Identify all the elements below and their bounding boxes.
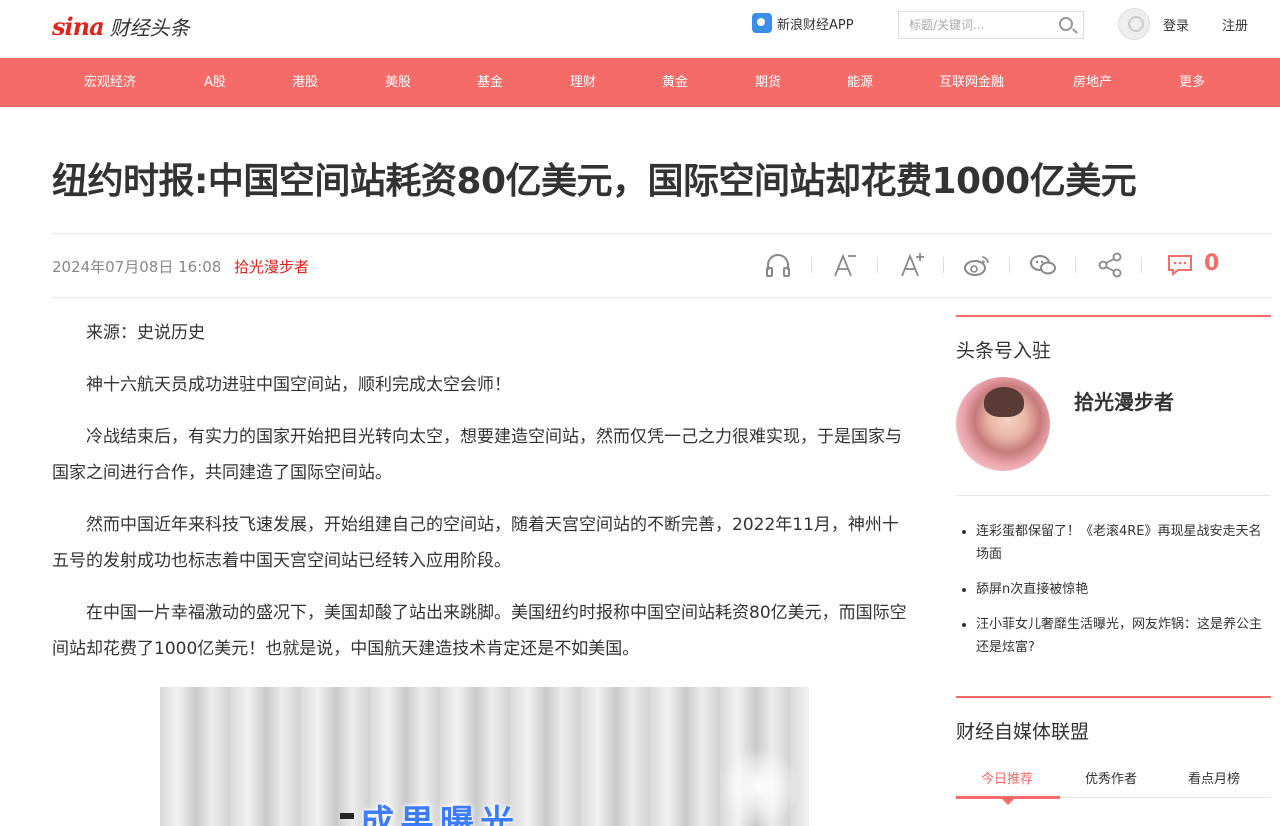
list-item[interactable]: 汪小菲女儿奢靡生活曝光，网友炸锅：这是养公主还是炫富?: [956, 613, 1271, 659]
search-input[interactable]: [899, 12, 1049, 38]
share-icon[interactable]: [1095, 250, 1125, 280]
author-link[interactable]: 拾光漫步者: [234, 256, 309, 277]
nav-item-a-share[interactable]: A股: [204, 58, 226, 107]
divider: [52, 233, 1272, 234]
separator: [1075, 257, 1076, 273]
nav-item-internet-finance[interactable]: 互联网金融: [939, 58, 1004, 107]
article-paragraph: 然而中国近年来科技飞速发展，开始组建自己的空间站，随着天宫空间站的不断完善，20…: [52, 515, 899, 571]
app-icon: [752, 13, 772, 33]
nav-item-more[interactable]: 更多: [1179, 58, 1205, 107]
channel-nav: 宏观经济 A股 港股 美股 基金 理财 黄金 期货 能源 互联网金融 房地产 更…: [0, 58, 1280, 107]
register-link[interactable]: 注册: [1222, 15, 1248, 34]
separator: [1141, 257, 1142, 273]
comment-icon[interactable]: [1165, 250, 1195, 280]
font-increase-icon[interactable]: [897, 250, 927, 280]
article-image: 成果曝光: [160, 687, 809, 826]
divider: [956, 495, 1271, 496]
sidebar-section-title: 财经自媒体联盟: [956, 721, 1090, 743]
nav-item-finance[interactable]: 理财: [570, 58, 596, 107]
image-mark: [340, 813, 354, 819]
sidebar-tabs: 今日推荐 优秀作者 看点月榜: [956, 758, 1271, 805]
weibo-icon[interactable]: [962, 250, 992, 280]
article-paragraph: 冷战结束后，有实力的国家开始把目光转向太空，想要建造空间站，然而仅凭一己之力很难…: [52, 427, 902, 483]
login-link[interactable]: 登录: [1163, 15, 1189, 34]
article-title: 纽约时报:中国空间站耗资80亿美元，国际空间站却花费1000亿美元: [52, 161, 1137, 202]
light-glare: [720, 747, 800, 826]
app-download-link[interactable]: 新浪财经APP: [752, 12, 854, 34]
separator: [943, 257, 944, 273]
sidebar-rule: [956, 696, 1271, 698]
nav-item-macro[interactable]: 宏观经济: [84, 58, 136, 107]
separator: [1009, 257, 1010, 273]
image-caption: 成果曝光: [360, 803, 520, 826]
author-avatar[interactable]: [956, 377, 1050, 471]
nav-item-energy[interactable]: 能源: [847, 58, 873, 107]
search-box: [898, 11, 1084, 39]
wechat-icon[interactable]: [1028, 250, 1058, 280]
tab-monthly-rank[interactable]: 看点月榜: [1188, 768, 1240, 787]
separator: [811, 257, 812, 273]
nav-item-fund[interactable]: 基金: [477, 58, 503, 107]
tab-today-recommend[interactable]: 今日推荐: [981, 768, 1033, 787]
nav-item-futures[interactable]: 期货: [755, 58, 781, 107]
app-label: 新浪财经APP: [777, 17, 854, 33]
search-icon[interactable]: [1059, 17, 1073, 31]
top-bar: sina 财经头条 新浪财经APP 登录 注册: [0, 0, 1280, 58]
publish-date: 2024年07月08日 16:08: [52, 258, 222, 276]
related-news-list: 连彩蛋都保留了！《老滚4RE》再现星战安走天名场面 舔屏n次直接被惊艳 汪小菲女…: [956, 520, 1271, 671]
list-item[interactable]: 舔屏n次直接被惊艳: [956, 578, 1271, 601]
sidebar-author-name[interactable]: 拾光漫步者: [1074, 386, 1174, 415]
sina-logo[interactable]: sina 财经头条: [52, 8, 190, 44]
user-avatar-icon[interactable]: [1118, 8, 1150, 40]
nav-item-real-estate[interactable]: 房地产: [1073, 58, 1112, 107]
article-paragraph: 在中国一片幸福激动的盛况下，美国却酸了站出来跳脚。美国纽约时报称中国空间站耗资8…: [52, 603, 907, 659]
article-body: 来源：史说历史 神十六航天员成功进驻中国空间站，顺利完成太空会师！ 冷战结束后，…: [52, 315, 912, 683]
active-tab-arrow: [1002, 799, 1014, 805]
headphones-icon[interactable]: [763, 250, 793, 280]
divider: [52, 297, 1272, 298]
font-decrease-icon[interactable]: [830, 250, 860, 280]
article-paragraph: 神十六航天员成功进驻中国空间站，顺利完成太空会师！: [86, 375, 511, 395]
sidebar-section-title: 头条号入驻: [956, 340, 1052, 362]
article-paragraph: 来源：史说历史: [86, 323, 205, 343]
tab-top-authors[interactable]: 优秀作者: [1085, 768, 1137, 787]
logo-text: 财经头条: [109, 15, 190, 40]
nav-item-gold[interactable]: 黄金: [662, 58, 688, 107]
separator: [877, 257, 878, 273]
comment-count[interactable]: 0: [1204, 251, 1219, 276]
sidebar-rule: [956, 315, 1271, 317]
logo-brand: sina: [52, 11, 105, 41]
nav-item-us-stock[interactable]: 美股: [385, 58, 411, 107]
nav-item-hk-stock[interactable]: 港股: [292, 58, 318, 107]
list-item[interactable]: 连彩蛋都保留了！《老滚4RE》再现星战安走天名场面: [956, 520, 1271, 566]
